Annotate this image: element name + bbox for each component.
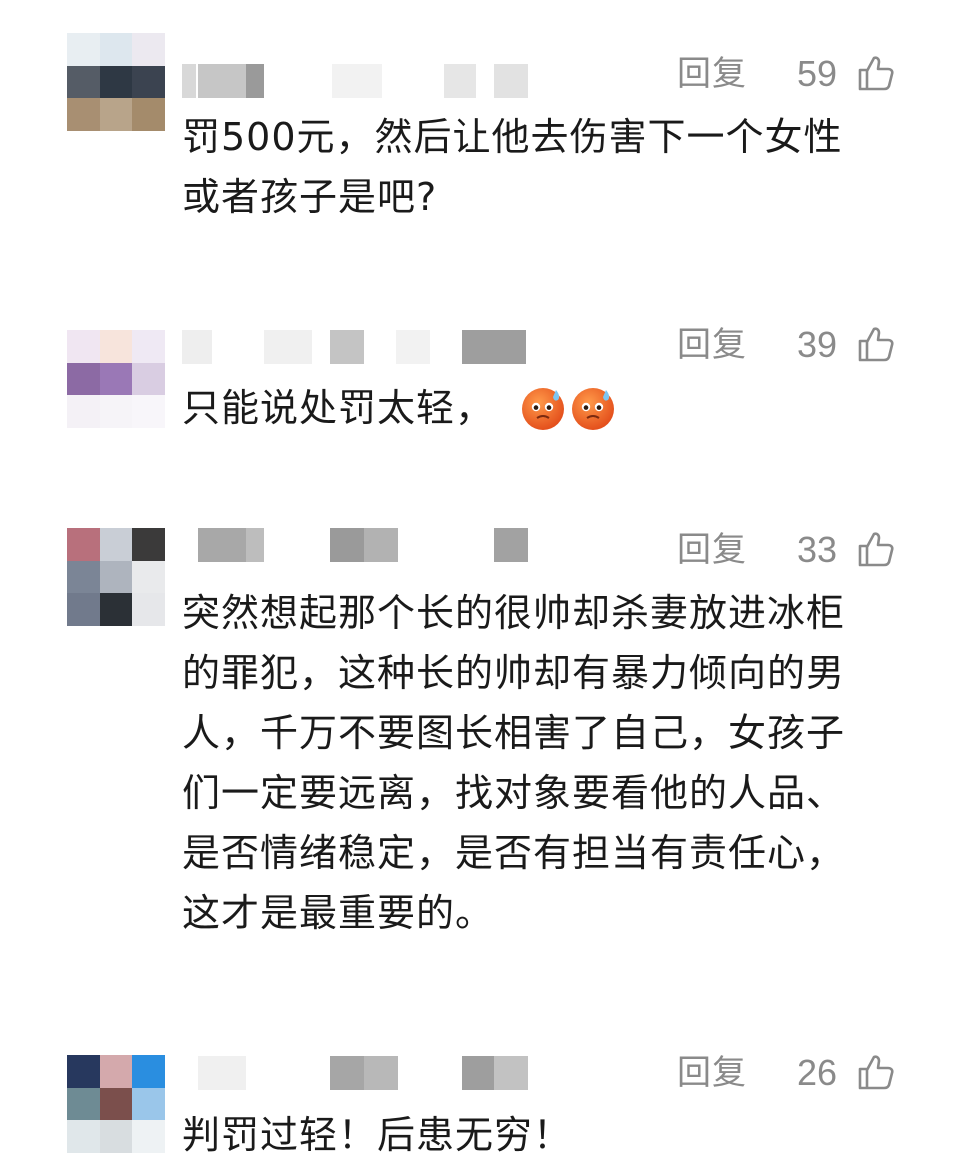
reply-button[interactable]: 回复 <box>677 1053 747 1093</box>
username-blurred[interactable] <box>182 1056 562 1090</box>
like-count: 39 <box>797 324 838 365</box>
comment-text: 判罚过轻！后患无穷！ <box>182 1113 573 1157</box>
anxious-sweat-emoji-icon <box>572 388 614 430</box>
like-count: 26 <box>797 1052 838 1093</box>
username-blurred[interactable] <box>182 528 532 562</box>
thumbs-up-icon[interactable] <box>856 529 896 569</box>
comment-text: 罚500元，然后让他去伤害下一个女性 或者孩子是吧? <box>182 115 843 219</box>
username-blurred[interactable] <box>182 64 532 98</box>
like-count: 33 <box>797 529 838 570</box>
avatar[interactable] <box>67 1055 165 1153</box>
thumbs-up-icon[interactable] <box>856 1052 896 1092</box>
reply-button[interactable]: 回复 <box>677 325 747 365</box>
avatar[interactable] <box>67 528 165 626</box>
username-blurred[interactable] <box>182 330 532 364</box>
thumbs-up-icon[interactable] <box>856 324 896 364</box>
comment-text: 突然想起那个长的很帅却杀妻放进冰柜 的罪犯，这种长的帅却有暴力倾向的男 人，千万… <box>182 591 846 935</box>
reply-button[interactable]: 回复 <box>677 530 747 570</box>
thumbs-up-icon[interactable] <box>856 53 896 93</box>
anxious-sweat-emoji-icon <box>522 388 564 430</box>
avatar[interactable] <box>67 33 165 131</box>
like-count: 59 <box>797 53 838 94</box>
avatar[interactable] <box>67 330 165 428</box>
reply-button[interactable]: 回复 <box>677 54 747 94</box>
